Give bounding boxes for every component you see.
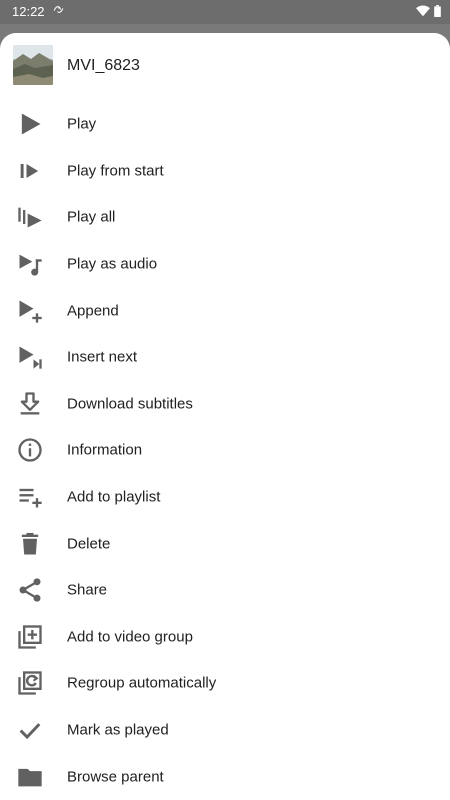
menu-item-add-to-video-group[interactable]: Add to video group xyxy=(0,614,450,661)
append-icon xyxy=(16,297,44,325)
play-all-icon xyxy=(16,203,44,231)
bottom-sheet: MVI_6823 Play Play from start Play all P… xyxy=(0,33,450,800)
menu-item-label: Add to video group xyxy=(67,628,193,646)
menu-item-append[interactable]: Append xyxy=(0,287,450,334)
sheet-header: MVI_6823 xyxy=(0,33,450,101)
menu-item-insert-next[interactable]: Insert next xyxy=(0,334,450,381)
trash-icon xyxy=(16,530,44,558)
menu-item-label: Information xyxy=(67,441,143,459)
menu-item-label: Browse parent xyxy=(67,768,164,786)
menu-item-play[interactable]: Play xyxy=(0,101,450,148)
play-icon xyxy=(16,110,44,138)
menu-item-label: Play from start xyxy=(67,162,164,180)
battery-icon xyxy=(434,5,441,17)
menu-item-information[interactable]: Information xyxy=(0,427,450,474)
menu-item-label: Mark as played xyxy=(67,721,169,739)
info-icon xyxy=(16,436,44,464)
download-icon xyxy=(16,390,44,418)
menu-item-regroup-automatically[interactable]: Regroup automatically xyxy=(0,660,450,707)
menu-item-label: Play as audio xyxy=(67,255,158,273)
menu-item-share[interactable]: Share xyxy=(0,567,450,614)
menu-item-play-from-start[interactable]: Play from start xyxy=(0,148,450,195)
insert-next-icon xyxy=(16,343,44,371)
status-time: 12:22 xyxy=(12,4,45,19)
menu-item-play-as-audio[interactable]: Play as audio xyxy=(0,241,450,288)
menu-item-label: Insert next xyxy=(67,348,138,366)
play-from-start-icon xyxy=(16,157,44,185)
wifi-icon xyxy=(416,5,430,17)
menu-item-add-to-playlist[interactable]: Add to playlist xyxy=(0,474,450,521)
menu-item-label: Delete xyxy=(67,535,111,553)
add-to-group-icon xyxy=(16,623,44,651)
menu-item-play-all[interactable]: Play all xyxy=(0,194,450,241)
context-menu: Play Play from start Play all Play as au… xyxy=(0,101,450,800)
menu-item-browse-parent[interactable]: Browse parent xyxy=(0,753,450,800)
share-icon xyxy=(16,576,44,604)
sync-icon xyxy=(53,6,64,13)
menu-item-label: Append xyxy=(67,302,119,320)
menu-item-label: Share xyxy=(67,581,108,599)
checkmark-icon xyxy=(16,716,44,744)
menu-item-label: Play xyxy=(67,115,97,133)
menu-item-label: Regroup automatically xyxy=(67,674,217,692)
menu-item-label: Download subtitles xyxy=(67,395,193,413)
menu-item-delete[interactable]: Delete xyxy=(0,520,450,567)
menu-item-label: Add to playlist xyxy=(67,488,161,506)
menu-item-download-subtitles[interactable]: Download subtitles xyxy=(0,381,450,428)
menu-item-mark-as-played[interactable]: Mark as played xyxy=(0,707,450,754)
video-title: MVI_6823 xyxy=(67,57,140,74)
folder-icon xyxy=(16,763,44,791)
regroup-icon xyxy=(16,669,44,697)
status-bar: 12:22 xyxy=(0,0,450,24)
menu-item-label: Play all xyxy=(67,208,116,226)
playlist-add-icon xyxy=(16,483,44,511)
video-thumbnail xyxy=(13,45,53,85)
play-as-audio-icon xyxy=(16,250,44,278)
